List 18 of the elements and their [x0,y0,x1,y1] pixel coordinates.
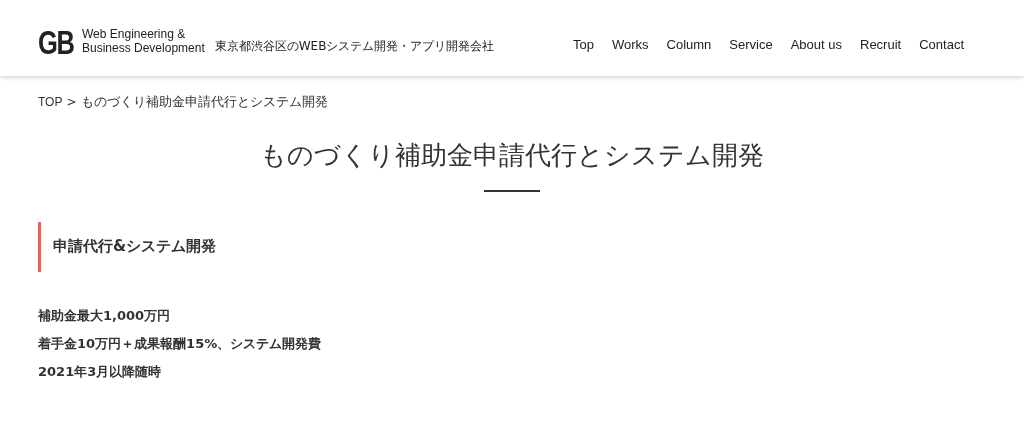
breadcrumb-separator: > [66,93,77,111]
nav-link[interactable]: Top [572,35,594,55]
nav-link[interactable]: Column [666,35,712,55]
nav-link[interactable]: About us [790,35,842,55]
tagline: Business Development [82,41,205,55]
info-line: 2021年3月以降随時 [38,362,163,381]
breadcrumb-current: ものづくり補助金申請代行とシステム開発 [80,93,328,111]
section-heading: 申請代行&システム開発 [53,236,217,258]
info-line: 補助金最大1,000万円 [38,306,172,325]
breadcrumb-link[interactable]: TOP [38,92,63,111]
page-title: ものづくり補助金申請代行とシステム開発 [259,141,765,168]
nav-link[interactable]: Contact [919,35,964,55]
nav-link[interactable]: Works [611,35,649,55]
company-description: 東京都渋谷区のWEBシステム開発・アプリ開発会社 [214,38,495,54]
info-line: 着手金10万円＋成果報酬15%、システム開発費 [38,334,323,353]
tagline: Web Engineering & [82,27,187,41]
nav-link[interactable]: Recruit [860,35,902,55]
nav-link[interactable]: Service [729,35,773,55]
